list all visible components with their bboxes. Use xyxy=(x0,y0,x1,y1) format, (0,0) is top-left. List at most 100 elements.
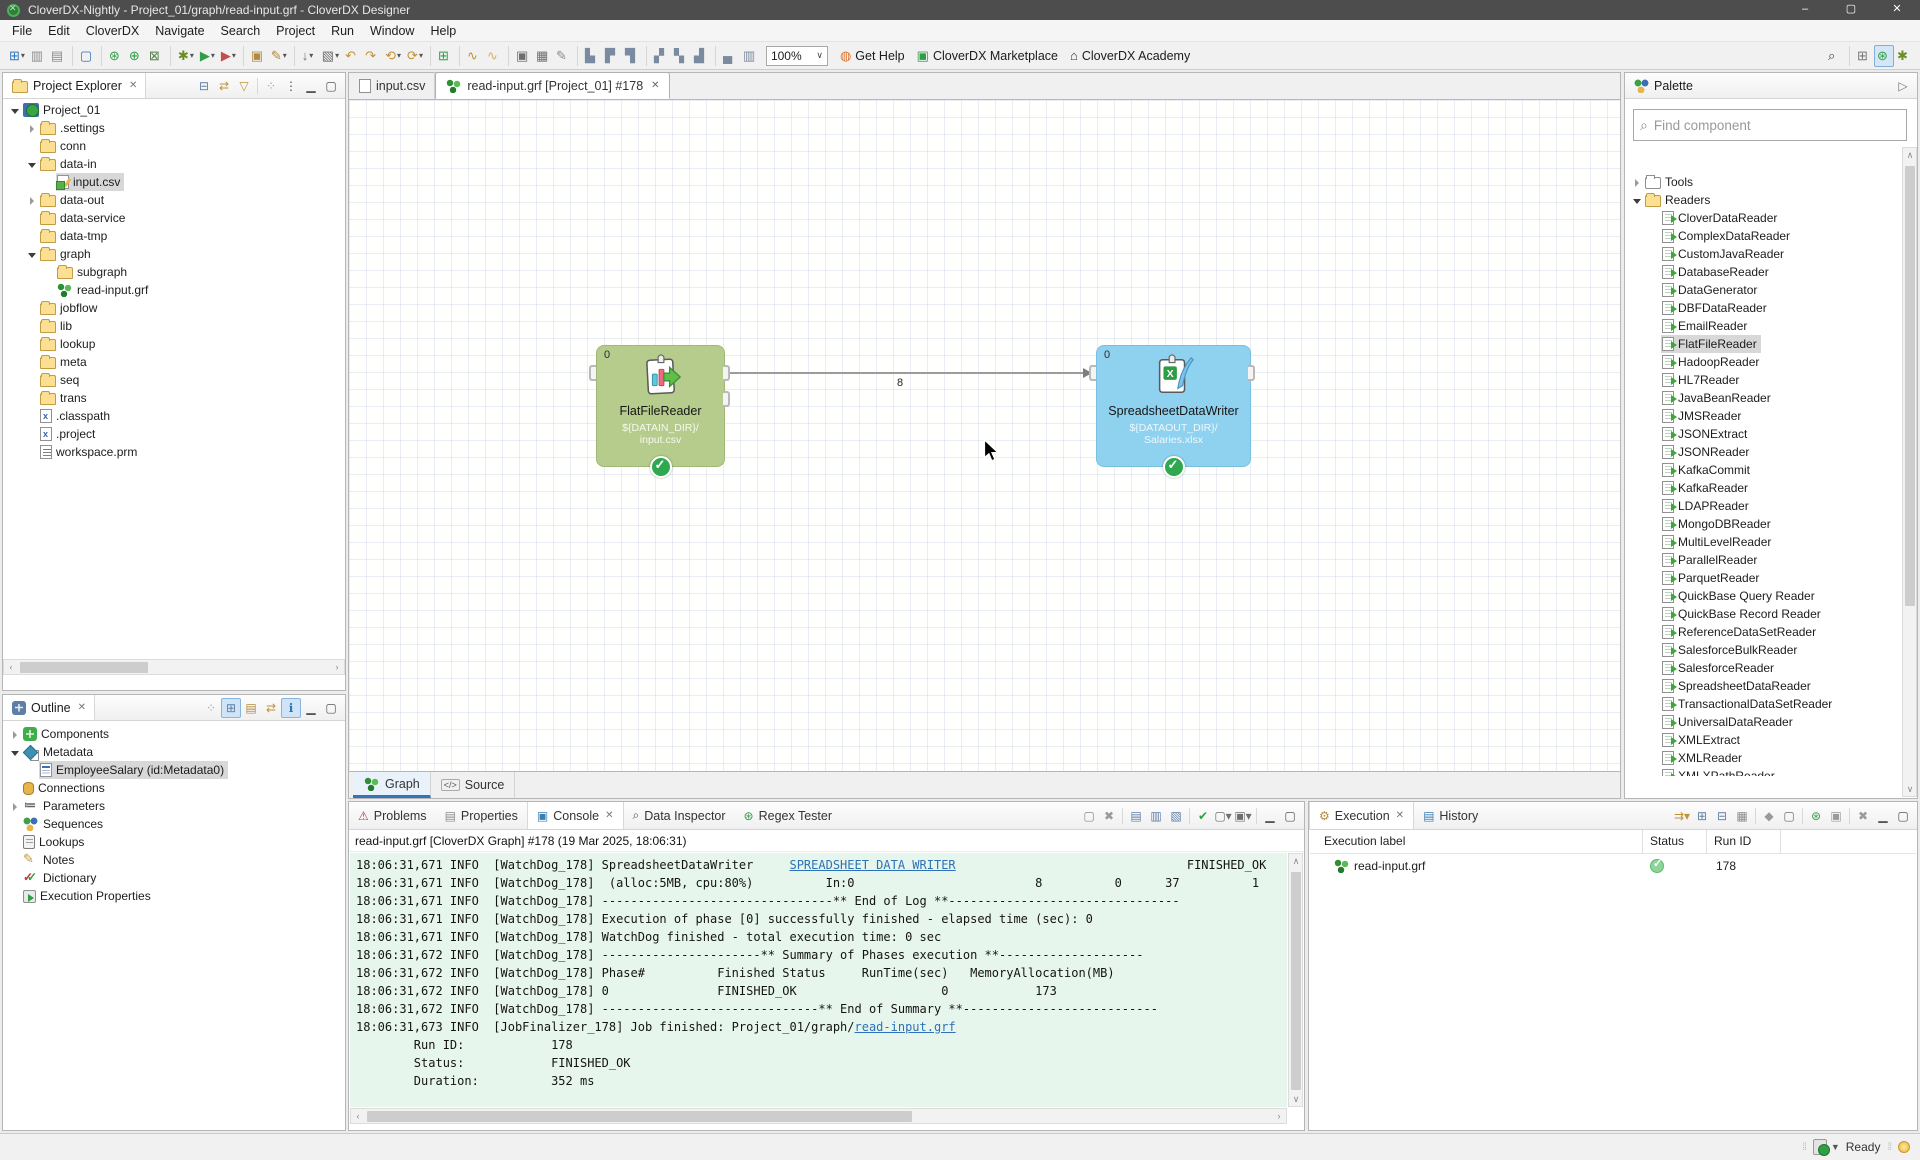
import-icon[interactable]: ↓▾ xyxy=(299,45,319,67)
expander-icon[interactable] xyxy=(9,728,22,741)
expand-all-icon[interactable]: ⊞ xyxy=(1692,806,1712,826)
node-spreadsheetdatawriter[interactable]: 0 X SpreadsheetDataWriter ${DATAOUT_DIR}… xyxy=(1096,345,1251,467)
view-menu-icon[interactable]: ⋮ xyxy=(281,76,301,96)
palette-item-emailreader[interactable]: EmailReader xyxy=(1625,317,1903,335)
palette-item-cloverdatareader[interactable]: CloverDataReader xyxy=(1625,209,1903,227)
chevron-down-icon[interactable]: ▼ xyxy=(1831,1142,1840,1152)
search-icon[interactable]: ⌕ xyxy=(1825,45,1845,67)
minimize-icon[interactable]: ▁ xyxy=(301,76,321,96)
console-tab-regex-tester[interactable]: ⊛Regex Tester xyxy=(735,802,841,829)
run-icon[interactable]: ▶▾ xyxy=(197,45,218,67)
find-component-box[interactable]: ⌕ Find component xyxy=(1633,109,1907,141)
ctl-editor-icon[interactable]: ∿ xyxy=(464,45,484,67)
new-console-view-icon[interactable]: ▣▾ xyxy=(1233,806,1253,826)
palette-item-spreadsheetdatareader[interactable]: SpreadsheetDataReader xyxy=(1625,677,1903,695)
palette-item-complexdatareader[interactable]: ComplexDataReader xyxy=(1625,227,1903,245)
palette-item-kafkareader[interactable]: KafkaReader xyxy=(1625,479,1903,497)
collapse-all-icon[interactable]: ⊟ xyxy=(194,76,214,96)
project-item-data-service[interactable]: data-service xyxy=(3,209,345,227)
expander-icon[interactable] xyxy=(26,248,39,261)
project-item-meta[interactable]: meta xyxy=(3,353,345,371)
graph-canvas[interactable]: 8 0 FlatFileReader ${DATAIN_DIR}/ input.… xyxy=(348,100,1621,771)
redo-icon[interactable]: ⟳▾ xyxy=(404,45,426,67)
palette-item-readers[interactable]: Readers xyxy=(1625,191,1903,209)
collapse-palette-icon[interactable]: ▷ xyxy=(1893,76,1913,96)
execution-tab-execution[interactable]: ⚙Execution✕ xyxy=(1309,802,1414,829)
project-item-workspace-prm[interactable]: workspace.prm xyxy=(3,443,345,461)
focus-icon[interactable]: ⁘ xyxy=(201,698,221,718)
menu-file[interactable]: File xyxy=(4,22,40,40)
word-wrap-icon[interactable]: ▧ xyxy=(1166,806,1186,826)
open-perspective-icon[interactable]: ⊞ xyxy=(1854,45,1874,67)
project-item-project[interactable]: .project xyxy=(3,425,345,443)
project-item-conn[interactable]: conn xyxy=(3,137,345,155)
menu-navigate[interactable]: Navigate xyxy=(147,22,212,40)
reader-output-port-1[interactable] xyxy=(723,391,730,407)
close-icon[interactable]: ✕ xyxy=(129,80,137,91)
node-flatfilereader[interactable]: 0 FlatFileReader ${DATAIN_DIR}/ input.cs… xyxy=(596,345,725,467)
tab-source[interactable]: </> Source xyxy=(431,772,516,798)
project-item-read-input-grf[interactable]: read-input.grf xyxy=(3,281,345,299)
scroll-lock-icon[interactable]: ▢ xyxy=(1079,806,1099,826)
align-left-icon[interactable]: ▙ xyxy=(582,45,602,67)
project-item-trans[interactable]: trans xyxy=(3,389,345,407)
close-icon[interactable]: ✕ xyxy=(605,810,613,821)
palette-item-javabeanreader[interactable]: JavaBeanReader xyxy=(1625,389,1903,407)
align-center-icon[interactable]: ▛ xyxy=(602,45,622,67)
console-log[interactable]: 18:06:31,671 INFO [WatchDog_178] Spreads… xyxy=(350,853,1287,1107)
palette-item-xmlreader[interactable]: XMLReader xyxy=(1625,749,1903,767)
palette-item-salesforcebulkreader[interactable]: SalesforceBulkReader xyxy=(1625,641,1903,659)
tab-graph[interactable]: Graph xyxy=(353,772,431,798)
outline-item-sequences[interactable]: Sequences xyxy=(3,815,345,833)
link-with-editor-icon[interactable]: ⇄ xyxy=(261,698,281,718)
menu-project[interactable]: Project xyxy=(268,22,323,40)
debug-icon[interactable]: ✱▾ xyxy=(175,45,197,67)
edit-icon[interactable]: ✎▾ xyxy=(268,45,290,67)
console-tab-problems[interactable]: ⚠Problems xyxy=(349,802,436,829)
palette-item-datagenerator[interactable]: DataGenerator xyxy=(1625,281,1903,299)
palette-item-mongodbreader[interactable]: MongoDBReader xyxy=(1625,515,1903,533)
new-wizard-icon[interactable]: ⊞▾ xyxy=(6,45,28,67)
log-link[interactable]: read-input.grf xyxy=(855,1020,956,1034)
menu-search[interactable]: Search xyxy=(213,22,269,40)
paste-graph-icon[interactable]: ▦ xyxy=(533,45,553,67)
clover-engine-icon[interactable]: ⊛ xyxy=(106,45,126,67)
project-item-seq[interactable]: seq xyxy=(3,371,345,389)
copy-graph-icon[interactable]: ▣ xyxy=(513,45,533,67)
server-console-icon[interactable]: ▣ xyxy=(1826,806,1846,826)
undo-icon[interactable]: ⟲▾ xyxy=(382,45,404,67)
palette-item-universaldatareader[interactable]: UniversalDataReader xyxy=(1625,713,1903,731)
console-hscrollbar[interactable]: ‹ › xyxy=(350,1108,1287,1124)
writer-input-port[interactable] xyxy=(1089,365,1096,381)
expander-icon[interactable] xyxy=(1631,194,1644,207)
palette-item-multilevelreader[interactable]: MultiLevelReader xyxy=(1625,533,1903,551)
log-link[interactable]: SPREADSHEET DATA WRITER xyxy=(789,858,955,872)
server-status-icon[interactable] xyxy=(1813,1139,1827,1155)
align-right-icon[interactable]: ▜ xyxy=(622,45,642,67)
pin-console-icon[interactable]: ▥ xyxy=(1146,806,1166,826)
palette-item-quickbase-record-reader[interactable]: QuickBase Record Reader xyxy=(1625,605,1903,623)
project-item-jobflow[interactable]: jobflow xyxy=(3,299,345,317)
distribute-vertical-icon[interactable]: ▚ xyxy=(671,45,691,67)
link-with-editor-icon[interactable]: ⇄ xyxy=(214,76,234,96)
open-in-server-icon[interactable]: ⊛ xyxy=(1806,806,1826,826)
collapse-all-icon[interactable]: ⊟ xyxy=(1712,806,1732,826)
menu-cloverdx[interactable]: CloverDX xyxy=(78,22,148,40)
column-run-id[interactable]: Run ID xyxy=(1714,834,1751,848)
maximize-button[interactable]: ▢ xyxy=(1828,0,1874,20)
outline-item-connections[interactable]: Connections xyxy=(3,779,345,797)
edge-flatfilereader-to-spreadsheetdatawriter[interactable] xyxy=(727,372,1098,374)
run-history-icon[interactable]: ▣ xyxy=(248,45,268,67)
palette-item-jsonreader[interactable]: JSONReader xyxy=(1625,443,1903,461)
project-item-data-in[interactable]: data-in xyxy=(3,155,345,173)
palette-vscrollbar[interactable]: ∧ ∨ xyxy=(1902,147,1917,797)
expander-icon[interactable] xyxy=(26,158,39,171)
outline-item-notes[interactable]: Notes xyxy=(3,851,345,869)
menu-edit[interactable]: Edit xyxy=(40,22,78,40)
table-view-icon[interactable]: ▤ xyxy=(241,698,261,718)
column-execution-label[interactable]: Execution label xyxy=(1324,834,1405,848)
align-middle-icon[interactable]: ▥ xyxy=(740,45,760,67)
display-selected-icon[interactable]: ✔ xyxy=(1193,806,1213,826)
minimize-icon[interactable]: ▁ xyxy=(1873,806,1893,826)
palette-item-hl7reader[interactable]: HL7Reader xyxy=(1625,371,1903,389)
